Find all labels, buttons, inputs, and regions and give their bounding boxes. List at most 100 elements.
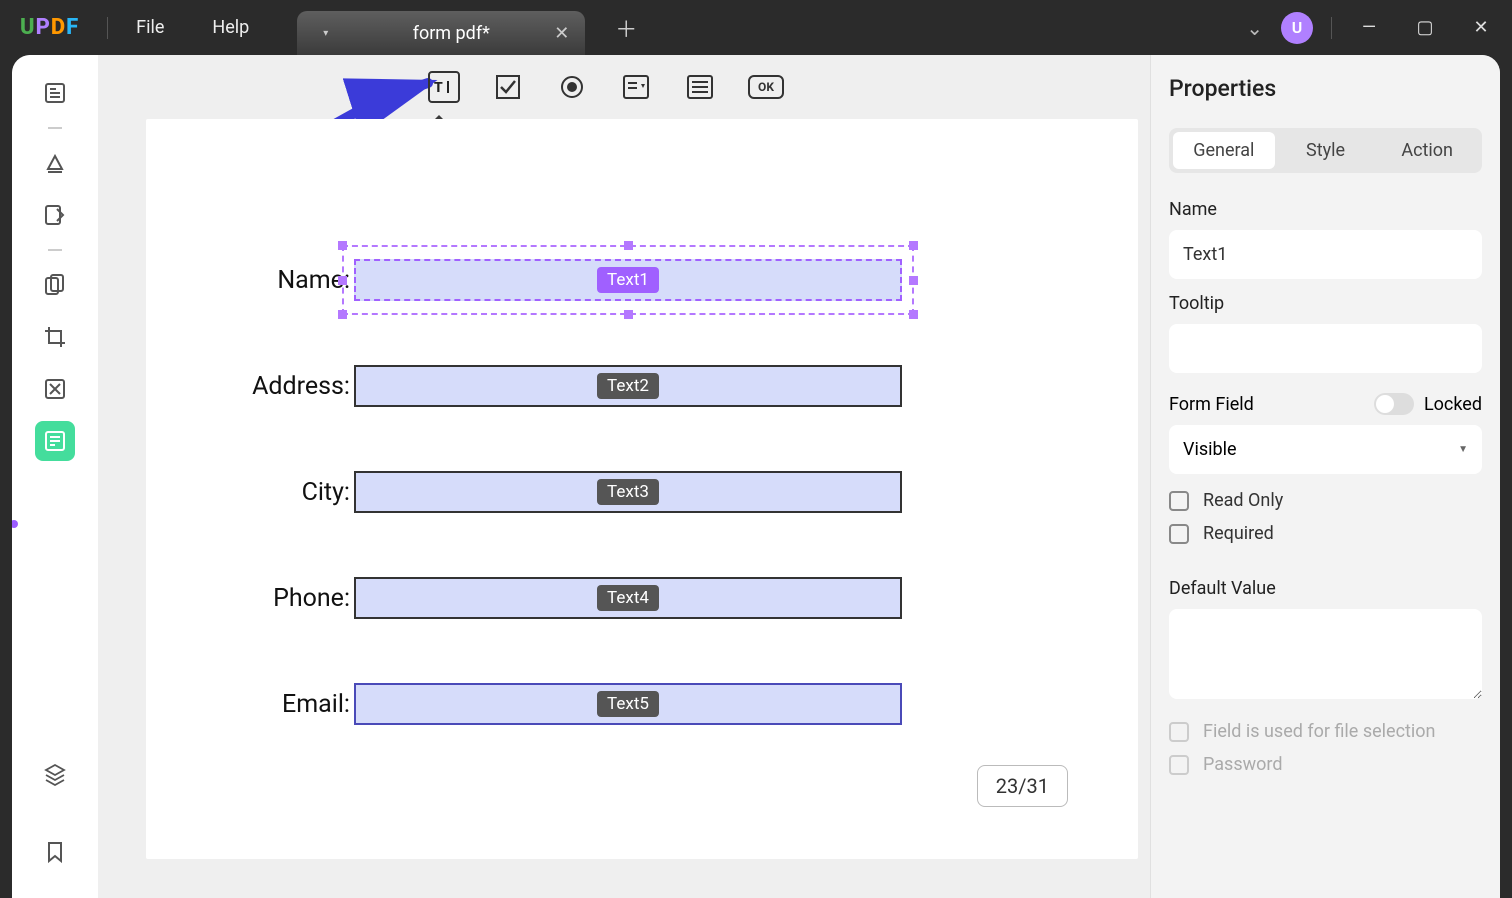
resize-handle[interactable] [909,241,918,250]
resize-handle[interactable] [338,276,347,285]
file-selection-label: Field is used for file selection [1203,721,1435,742]
file-selection-row: Field is used for file selection [1169,721,1482,742]
field-label: Phone: [216,584,350,613]
field-tag: Text1 [597,267,659,293]
form-mode-icon[interactable] [35,421,75,461]
chevron-down-icon: ▼ [1458,444,1468,455]
field-label: Name: [216,266,350,295]
active-indicator-dot [12,520,18,528]
new-tab-icon[interactable]: ＋ [615,12,637,44]
resize-handle[interactable] [338,310,347,319]
menu-file[interactable]: File [136,17,164,38]
redact-icon[interactable] [35,369,75,409]
tab-menu-caret-icon[interactable]: ▾ [323,28,328,39]
required-label: Required [1203,523,1274,544]
page-indicator[interactable]: 23/31 [977,765,1068,807]
resize-handle[interactable] [624,241,633,250]
bookmark-icon[interactable] [35,832,75,872]
field-label: Address: [216,372,350,401]
form-row-phone: Phone: Text4 [216,577,1068,619]
default-value-label: Default Value [1169,578,1482,599]
form-field-text3[interactable]: Text3 [354,471,902,513]
property-tabs: General Style Action [1169,128,1482,173]
tab-title: form pdf* [388,23,514,44]
field-label: City: [216,478,350,507]
document-tab[interactable]: ▾ form pdf* ✕ [297,11,585,55]
default-value-input[interactable] [1169,609,1482,699]
required-checkbox[interactable] [1169,524,1189,544]
password-checkbox [1169,755,1189,775]
locked-toggle[interactable] [1374,393,1414,415]
resize-handle[interactable] [338,241,347,250]
list-box-tool-icon[interactable] [684,71,716,103]
tab-general[interactable]: General [1173,132,1275,169]
edit-text-icon[interactable] [35,195,75,235]
form-row-city: City: Text3 [216,471,1068,513]
highlighter-icon[interactable] [35,143,75,183]
checkbox-tool-icon[interactable] [492,71,524,103]
form-field-text1[interactable]: Text1 [354,259,902,301]
resize-handle[interactable] [909,276,918,285]
locked-label: Locked [1424,394,1482,415]
separator [48,249,62,251]
form-row-address: Address: Text2 [216,365,1068,407]
readonly-checkbox[interactable] [1169,491,1189,511]
menu-help[interactable]: Help [212,17,249,38]
app-body: T OK Text Field Name: [12,55,1500,898]
password-row: Password [1169,754,1482,775]
file-selection-checkbox [1169,722,1189,742]
chevron-down-icon[interactable]: ⌄ [1246,16,1263,40]
panel-title: Properties [1169,75,1482,102]
window-minimize-icon[interactable]: — [1350,17,1388,38]
text-field-tool-icon[interactable]: T [428,71,460,103]
resize-handle[interactable] [909,310,918,319]
window-maximize-icon[interactable]: ▢ [1406,17,1444,38]
left-sidebar [12,55,98,898]
field-tag: Text3 [597,479,659,505]
canvas-area: T OK Text Field Name: [98,55,1150,898]
visibility-select[interactable]: Visible ▼ [1169,425,1482,474]
window-close-icon[interactable]: ✕ [1462,17,1500,38]
required-row[interactable]: Required [1169,523,1482,544]
tooltip-label: Tooltip [1169,293,1482,314]
form-field-text5[interactable]: Text5 [354,683,902,725]
resize-handle[interactable] [624,310,633,319]
form-row-email: Email: Text5 [216,683,1068,725]
button-tool-icon[interactable]: OK [748,75,784,99]
tab-style[interactable]: Style [1275,132,1377,169]
visibility-value: Visible [1183,439,1237,460]
organize-pages-icon[interactable] [35,265,75,305]
password-label: Password [1203,754,1283,775]
field-tag: Text4 [597,585,659,611]
properties-panel: Properties General Style Action Name Too… [1150,55,1500,898]
name-label: Name [1169,199,1482,220]
reader-mode-icon[interactable] [35,73,75,113]
separator [48,127,62,129]
divider [1331,17,1332,39]
tooltip-input[interactable] [1169,324,1482,373]
layers-icon[interactable] [35,754,75,794]
tab-close-icon[interactable]: ✕ [554,23,569,44]
field-tag: Text2 [597,373,659,399]
radio-button-tool-icon[interactable] [556,71,588,103]
name-input[interactable] [1169,230,1482,279]
crop-icon[interactable] [35,317,75,357]
tab-action[interactable]: Action [1376,132,1478,169]
dropdown-tool-icon[interactable] [620,71,652,103]
field-tag: Text5 [597,691,659,717]
app-logo: UPDF [20,15,79,40]
readonly-label: Read Only [1203,490,1283,511]
form-field-label: Form Field [1169,394,1254,415]
readonly-row[interactable]: Read Only [1169,490,1482,511]
form-row-name: Name: Text1 [216,259,1068,301]
field-label: Email: [216,690,350,719]
button-tool-label: OK [758,80,774,94]
user-avatar[interactable]: U [1281,12,1313,44]
form-field-toolbar: T OK [98,55,1150,119]
svg-text:T: T [434,80,443,95]
title-bar: UPDF File Help ▾ form pdf* ✕ ＋ ⌄ U — ▢ ✕ [0,0,1512,55]
form-field-text2[interactable]: Text2 [354,365,902,407]
divider [107,17,108,39]
form-field-text4[interactable]: Text4 [354,577,902,619]
document-page[interactable]: Name: Text1 Address: [146,119,1138,859]
